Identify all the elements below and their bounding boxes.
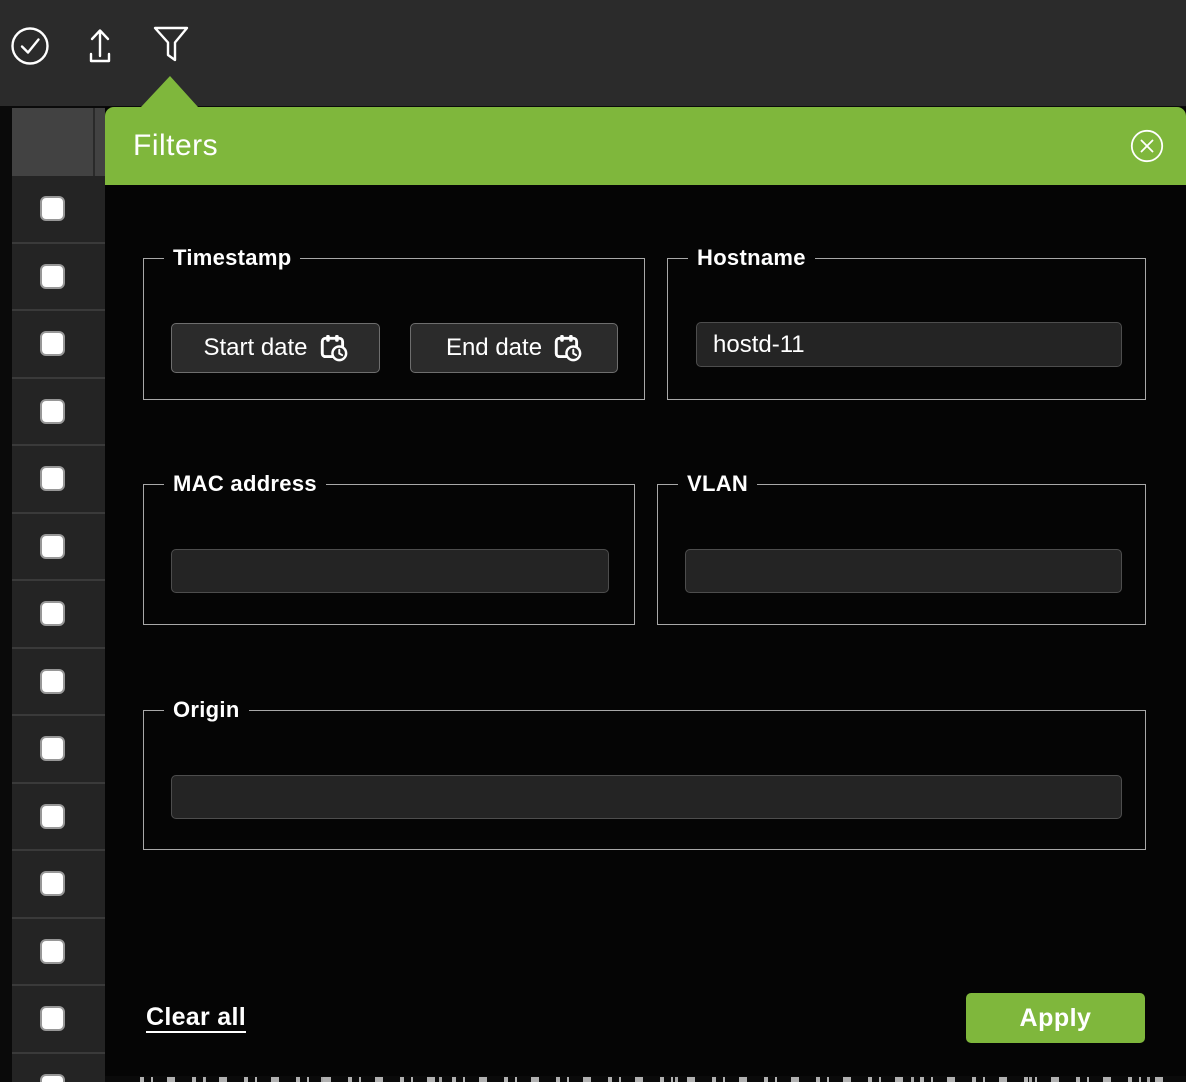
start-date-button[interactable]: Start date [171, 323, 380, 373]
mac-address-legend: MAC address [164, 471, 326, 497]
close-icon [1130, 129, 1164, 163]
table-row[interactable] [12, 649, 105, 717]
table-row[interactable] [12, 1054, 105, 1082]
filter-icon [148, 22, 194, 68]
start-date-label: Start date [203, 334, 307, 362]
panel-caret [141, 76, 198, 107]
row-checkbox[interactable] [40, 669, 65, 694]
row-checkbox[interactable] [40, 601, 65, 626]
table-row[interactable] [12, 716, 105, 784]
end-date-button[interactable]: End date [410, 323, 618, 373]
row-checkbox[interactable] [40, 1074, 65, 1082]
apply-button[interactable]: Apply [966, 993, 1145, 1043]
vlan-input[interactable] [685, 549, 1122, 593]
row-checkbox[interactable] [40, 466, 65, 491]
table-row[interactable] [12, 176, 105, 244]
row-checkbox[interactable] [40, 736, 65, 761]
upload-button[interactable] [79, 25, 121, 67]
timestamp-fieldset: Timestamp Start date End date [143, 245, 645, 400]
check-circle-icon [9, 25, 51, 67]
table-row[interactable] [12, 244, 105, 312]
table-row[interactable] [12, 581, 105, 649]
screen: Filters Timestamp Start date [0, 0, 1186, 1082]
row-checkbox[interactable] [40, 804, 65, 829]
table-row[interactable] [12, 784, 105, 852]
mac-address-fieldset: MAC address [143, 471, 635, 625]
hostname-fieldset: Hostname [667, 245, 1146, 400]
hostname-legend: Hostname [688, 245, 815, 271]
row-checkbox[interactable] [40, 196, 65, 221]
table-body [12, 176, 105, 1082]
vlan-fieldset: VLAN [657, 471, 1146, 625]
end-date-label: End date [446, 334, 542, 362]
filters-panel: Filters Timestamp Start date [105, 107, 1186, 1076]
table-row[interactable] [12, 919, 105, 987]
table-row[interactable] [12, 446, 105, 514]
origin-fieldset: Origin [143, 697, 1146, 850]
upload-icon [79, 25, 121, 67]
row-checkbox[interactable] [40, 939, 65, 964]
table-row[interactable] [12, 514, 105, 582]
table-row-clipped-text [140, 1077, 1172, 1082]
filters-panel-header: Filters [105, 107, 1186, 185]
row-checkbox[interactable] [40, 871, 65, 896]
calendar-clock-icon [554, 334, 582, 362]
table-row[interactable] [12, 379, 105, 447]
table-row[interactable] [12, 851, 105, 919]
table-row[interactable] [12, 311, 105, 379]
check-circle-button[interactable] [9, 25, 51, 67]
table-row[interactable] [12, 986, 105, 1054]
timestamp-legend: Timestamp [164, 245, 300, 271]
origin-input[interactable] [171, 775, 1122, 819]
row-checkbox[interactable] [40, 264, 65, 289]
vlan-legend: VLAN [678, 471, 757, 497]
panel-title: Filters [133, 129, 218, 163]
clear-all-link[interactable]: Clear all [146, 1003, 246, 1032]
row-checkbox[interactable] [40, 331, 65, 356]
filter-button[interactable] [148, 22, 194, 68]
row-checkbox[interactable] [40, 534, 65, 559]
mac-address-input[interactable] [171, 549, 609, 593]
data-table [12, 108, 105, 1082]
close-button[interactable] [1130, 129, 1164, 163]
row-checkbox[interactable] [40, 399, 65, 424]
table-header-cell [12, 108, 105, 176]
origin-legend: Origin [164, 697, 249, 723]
calendar-clock-icon [320, 334, 348, 362]
row-checkbox[interactable] [40, 1006, 65, 1031]
hostname-input[interactable] [696, 322, 1122, 367]
